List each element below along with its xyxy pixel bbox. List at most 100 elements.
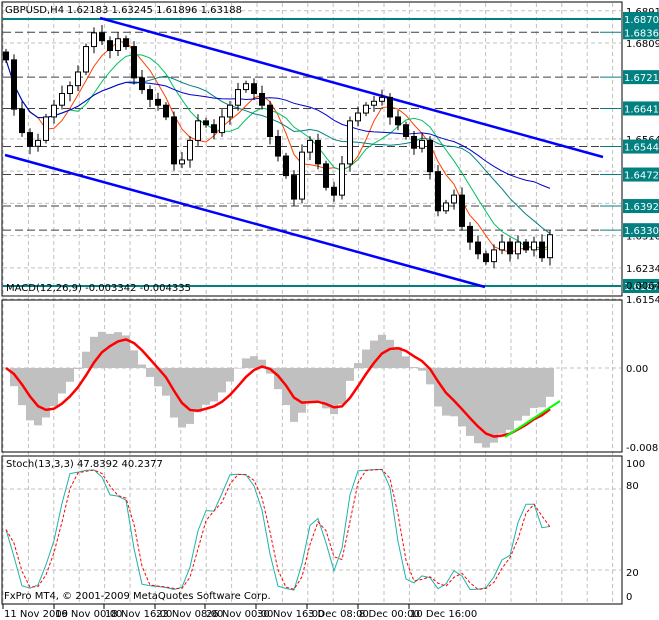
stoch-tick-20: 20: [626, 568, 639, 579]
price-tick: 1.62340: [626, 264, 659, 275]
stoch-pane: [1, 455, 623, 605]
macd-histogram-bar: [50, 368, 58, 407]
time-label: 10 Dec 16:00: [410, 609, 477, 620]
candle-body: [363, 104, 369, 114]
macd-tick-min: -0.00852: [626, 443, 659, 454]
candle-body: [323, 163, 329, 188]
candle-body: [331, 186, 337, 196]
candle-body: [515, 241, 521, 255]
macd-histogram-bar: [226, 368, 234, 382]
candle-body: [475, 241, 481, 255]
candle-body: [427, 139, 433, 173]
price-level-label: 1.66417: [624, 104, 659, 115]
macd-histogram-bar: [242, 358, 250, 368]
price-level-label: 1.64727: [624, 171, 659, 182]
candle-body: [35, 139, 41, 147]
stoch-signal-line: [5, 468, 551, 590]
candle-body: [395, 116, 401, 126]
candle-body: [163, 104, 169, 118]
candle-body: [147, 89, 153, 100]
macd-histogram-bar: [138, 364, 146, 368]
candle-body: [291, 175, 297, 200]
macd-histogram-bar: [450, 368, 458, 417]
price-level-label: 1.63304: [624, 226, 659, 237]
candle-body: [3, 51, 9, 61]
macd-histogram-bar: [410, 367, 418, 368]
macd-histogram-bar: [298, 368, 306, 413]
candle-body: [491, 249, 497, 263]
macd-histogram-bar: [314, 368, 322, 402]
macd-histogram-bar: [490, 368, 498, 443]
symbol-label: GBPUSD,H4: [5, 5, 64, 16]
candle-body: [483, 253, 489, 263]
candle-body: [299, 151, 305, 200]
macd-histogram-bar: [338, 368, 346, 405]
price-level-label: 1.65443: [624, 143, 659, 154]
candle-body: [227, 104, 233, 118]
candle-body: [219, 116, 225, 134]
candle-body: [67, 85, 73, 94]
macd-histogram-bar: [250, 356, 258, 368]
price-tick: 1.61540: [626, 295, 659, 306]
macd-tick-max: 0.006440: [626, 281, 659, 292]
chart-canvas[interactable]: 1.689151.680901.656401.648151.639901.631…: [0, 0, 659, 620]
candle-body: [419, 139, 425, 149]
candle-body: [75, 71, 81, 87]
macd-histogram-bar: [386, 339, 394, 368]
candle-body: [91, 32, 97, 48]
price-level-label: 1.68365: [624, 28, 659, 39]
macd-histogram-bar: [66, 368, 74, 382]
candle-body: [187, 139, 193, 161]
candle-body: [315, 139, 321, 165]
macd-histogram-bar: [346, 368, 354, 381]
macd-histogram-bar: [34, 368, 42, 426]
candle-body: [83, 46, 89, 73]
candle-body: [347, 120, 353, 165]
stoch-label: Stoch(13,3,3) 47.8392 40.2377: [6, 459, 163, 470]
stoch-tick-0: 0: [626, 592, 632, 603]
price-level-label: 1.68705: [624, 15, 659, 26]
candle-body: [195, 120, 201, 141]
macd-histogram-bar: [498, 368, 506, 434]
candle-body: [379, 96, 385, 102]
candle-body: [411, 135, 417, 149]
candle-body: [459, 194, 465, 227]
macd-histogram-bar: [234, 368, 242, 369]
price-level-label: 1.63921: [624, 202, 659, 213]
candle-body: [107, 40, 113, 51]
macd-histogram-bar: [522, 368, 530, 416]
candle-body: [259, 92, 265, 106]
macd-histogram-bar: [538, 368, 546, 408]
price-tick: 1.68090: [626, 39, 659, 50]
candle-body: [131, 46, 137, 79]
macd-histogram-bar: [74, 368, 82, 369]
candle-body: [171, 116, 177, 165]
stoch-tick-80: 80: [626, 481, 639, 492]
candle-body: [27, 132, 33, 147]
candle-body: [523, 241, 529, 251]
macd-histogram-bar: [106, 333, 114, 368]
macd-histogram-bar: [418, 368, 426, 371]
candle-body: [435, 171, 441, 212]
candle-body: [123, 38, 129, 48]
macd-histogram-bar: [210, 368, 218, 402]
macd-label: MACD(12,26,9) -0.003342 -0.004335: [6, 283, 191, 294]
candle-body: [403, 124, 409, 137]
macd-histogram-bar: [354, 363, 362, 368]
candle-body: [499, 241, 505, 251]
macd-histogram-bar: [186, 368, 194, 424]
ma-blue-line: [5, 59, 551, 189]
candle-body: [443, 202, 449, 212]
macd-histogram-bar: [458, 368, 466, 427]
macd-histogram-bar: [82, 351, 90, 368]
candle-body: [211, 124, 217, 134]
stoch-main-line: [5, 468, 551, 591]
candle-body: [19, 108, 25, 134]
macd-histogram-bar: [474, 368, 482, 444]
candle-body: [283, 155, 289, 177]
candle-body: [507, 241, 513, 255]
candle-body: [99, 32, 105, 42]
candle-body: [155, 98, 161, 106]
macd-histogram-bar: [514, 368, 522, 421]
candle-body: [267, 104, 273, 137]
